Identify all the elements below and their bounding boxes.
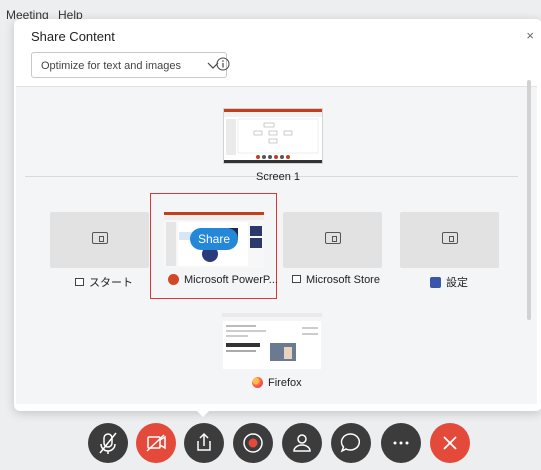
window-label-settings: 設定 [430, 274, 468, 290]
powerpoint-icon [168, 273, 179, 285]
dialog-title: Share Content [31, 29, 115, 44]
window-tile-firefox[interactable] [221, 312, 323, 371]
app-window-icon [75, 278, 84, 287]
more-icon [393, 441, 409, 445]
more-options-button[interactable] [381, 423, 421, 463]
window-label-start: スタート [75, 274, 133, 290]
window-label-powerpoint-text: Microsoft PowerP... [184, 274, 278, 286]
record-icon [243, 433, 263, 453]
dialog-pointer [194, 408, 212, 417]
chat-icon [340, 433, 360, 453]
mic-off-icon [99, 432, 117, 454]
participants-icon [293, 434, 311, 452]
info-icon[interactable] [216, 57, 230, 71]
chat-button[interactable] [331, 423, 371, 463]
share-content-button[interactable] [184, 423, 224, 463]
window-tile-microsoft-store[interactable] [283, 212, 382, 268]
firefox-icon [252, 376, 263, 388]
share-icon [197, 432, 211, 451]
window-label-powerpoint: Microsoft PowerP... [168, 273, 278, 286]
window-label-settings-text: 設定 [446, 277, 468, 289]
app-window-icon [92, 232, 108, 244]
screen-preview-image [224, 109, 322, 163]
window-label-firefox-text: Firefox [268, 377, 302, 389]
close-icon [443, 436, 457, 450]
app-window-icon [325, 232, 341, 244]
participants-button[interactable] [282, 423, 322, 463]
app-window-icon [442, 232, 458, 244]
optimize-select[interactable]: Optimize for text and images [31, 52, 227, 78]
video-off-icon [146, 434, 166, 452]
scrollbar[interactable] [527, 80, 531, 320]
window-label-firefox: Firefox [252, 376, 302, 389]
screen-1-label: Screen 1 [256, 171, 301, 183]
leave-meeting-button[interactable] [430, 423, 470, 463]
window-label-microsoft-store-text: Microsoft Store [306, 274, 380, 286]
window-tile-settings[interactable] [400, 212, 499, 268]
settings-icon [430, 276, 441, 288]
optimize-select-value: Optimize for text and images [41, 60, 182, 72]
close-button[interactable]: × [526, 28, 534, 43]
record-button[interactable] [233, 423, 273, 463]
firefox-preview-image [221, 312, 323, 371]
window-label-microsoft-store: Microsoft Store [292, 274, 380, 286]
screen-1-thumbnail[interactable] [223, 108, 323, 164]
mute-mic-button[interactable] [88, 423, 128, 463]
window-label-start-text: スタート [89, 277, 133, 289]
window-tile-start[interactable] [50, 212, 149, 268]
stop-video-button[interactable] [136, 423, 176, 463]
app-window-icon [292, 275, 301, 284]
